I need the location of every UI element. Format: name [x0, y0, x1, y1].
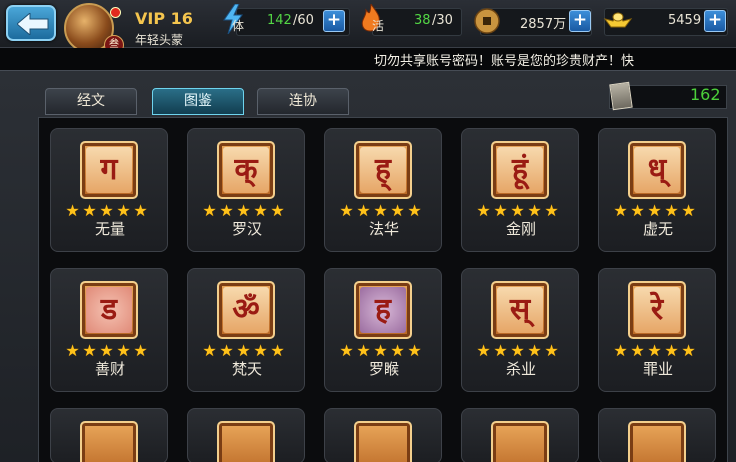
- codex-card-partial[interactable]: [187, 408, 305, 462]
- vip-level: VIP 16: [135, 9, 193, 28]
- seal-glyph: ह: [360, 287, 406, 333]
- codex-card[interactable]: ह् ★ ★ ★ ★ ★ 法华: [324, 128, 442, 252]
- energy-current: 38: [414, 13, 431, 28]
- tab-codex[interactable]: 图鉴: [152, 88, 244, 115]
- codex-card-partial[interactable]: [50, 408, 168, 462]
- star-rating: ★ ★ ★ ★ ★: [201, 201, 293, 220]
- gold-value: 5459: [668, 13, 702, 28]
- sanskrit-seal-icon: ध्: [628, 141, 686, 199]
- star-rating: ★ ★ ★ ★ ★: [64, 341, 156, 360]
- sanskrit-seal-icon: रे: [628, 281, 686, 339]
- card-name: 罪业: [642, 360, 673, 378]
- codex-card[interactable]: ह ★ ★ ★ ★ ★ 罗睺: [324, 268, 442, 392]
- sanskrit-seal-icon: [354, 421, 412, 462]
- seal-glyph: रे: [634, 287, 680, 333]
- collection-panel: 经文 图鉴 连协 162 ग ★ ★ ★ ★ ★ 无量 क् ★ ★ ★ ★ ★ 罗汉 ह् ★ ★ ★ ★ ★ 法华 ह…: [0, 70, 736, 462]
- codex-card[interactable]: क् ★ ★ ★ ★ ★ 罗汉: [187, 128, 305, 252]
- sanskrit-seal-icon: [628, 421, 686, 462]
- sanskrit-seal-icon: [80, 421, 138, 462]
- add-stamina-button[interactable]: +: [323, 10, 345, 32]
- collection-count: 162: [690, 85, 721, 104]
- sanskrit-seal-icon: स्: [491, 281, 549, 339]
- star-rating: ★ ★ ★ ★ ★: [475, 201, 567, 220]
- seal-glyph: ह्: [360, 147, 406, 193]
- sanskrit-seal-icon: ह: [354, 281, 412, 339]
- stamina-max: /60: [293, 13, 314, 28]
- back-button[interactable]: [6, 5, 56, 41]
- codex-card[interactable]: ग ★ ★ ★ ★ ★ 无量: [50, 128, 168, 252]
- codex-card[interactable]: रे ★ ★ ★ ★ ★ 罪业: [598, 268, 716, 392]
- sanskrit-seal-icon: ड: [80, 281, 138, 339]
- add-gold-button[interactable]: +: [704, 10, 726, 32]
- gold-ingot-icon: [603, 12, 633, 28]
- codex-card[interactable]: स् ★ ★ ★ ★ ★ 杀业: [461, 268, 579, 392]
- seal-glyph: ड: [86, 287, 132, 333]
- card-name: 杀业: [505, 360, 536, 378]
- seal-glyph: क्: [223, 147, 269, 193]
- codex-card[interactable]: ड ★ ★ ★ ★ ★ 善财: [50, 268, 168, 392]
- stamina-current: 142: [267, 13, 292, 28]
- codex-card[interactable]: हूं ★ ★ ★ ★ ★ 金刚: [461, 128, 579, 252]
- top-bar: 叁 VIP 16 年轻头蒙 体 142 /60 + 活 38 /30 2857万…: [0, 0, 736, 55]
- codex-card-partial[interactable]: [324, 408, 442, 462]
- tab-scripture[interactable]: 经文: [45, 88, 137, 115]
- sanskrit-seal-icon: ह्: [354, 141, 412, 199]
- card-name: 金刚: [505, 220, 536, 238]
- seal-glyph: ग: [86, 147, 132, 193]
- player-title: 年轻头蒙: [135, 33, 184, 47]
- stamina-label: 体: [232, 19, 245, 33]
- sanskrit-seal-icon: [217, 421, 275, 462]
- codex-grid: ग ★ ★ ★ ★ ★ 无量 क् ★ ★ ★ ★ ★ 罗汉 ह् ★ ★ ★ ★ ★ 法华 हूं ★ ★ ★ ★ ★ 金刚 ध् ★ ★…: [38, 117, 728, 462]
- card-name: 无量: [94, 220, 125, 238]
- notice-bar: 切勿共享账号密码！账号是您的珍贵财产！快: [0, 48, 736, 70]
- card-name: 罗睺: [368, 360, 399, 378]
- card-name: 善财: [94, 360, 125, 378]
- codex-card-partial[interactable]: [461, 408, 579, 462]
- seal-glyph: ध्: [634, 147, 680, 193]
- tab-combo[interactable]: 连协: [257, 88, 349, 115]
- star-rating: ★ ★ ★ ★ ★: [64, 201, 156, 220]
- sanskrit-seal-icon: [491, 421, 549, 462]
- card-name: 法华: [368, 220, 399, 238]
- codex-card-partial[interactable]: [598, 408, 716, 462]
- coins-value: 2857万: [520, 17, 567, 32]
- add-coins-button[interactable]: +: [569, 10, 591, 32]
- energy-label: 活: [372, 19, 385, 33]
- seal-glyph: हूं: [497, 147, 543, 193]
- notice-text: 切勿共享账号密码！账号是您的珍贵财产！快: [374, 54, 635, 69]
- scroll-icon: [609, 81, 633, 111]
- card-name: 梵天: [231, 360, 262, 378]
- energy-max: /30: [432, 13, 453, 28]
- copper-coin-icon: [474, 8, 500, 34]
- back-arrow-icon: [17, 13, 49, 35]
- star-rating: ★ ★ ★ ★ ★: [475, 341, 567, 360]
- star-rating: ★ ★ ★ ★ ★: [612, 341, 704, 360]
- seal-glyph: स्: [497, 287, 543, 333]
- codex-card[interactable]: ॐ ★ ★ ★ ★ ★ 梵天: [187, 268, 305, 392]
- sanskrit-seal-icon: क्: [217, 141, 275, 199]
- card-name: 罗汉: [231, 220, 262, 238]
- star-rating: ★ ★ ★ ★ ★: [612, 201, 704, 220]
- sanskrit-seal-icon: हूं: [491, 141, 549, 199]
- notification-dot: [110, 7, 121, 18]
- card-name: 虚无: [642, 220, 673, 238]
- star-rating: ★ ★ ★ ★ ★: [338, 201, 430, 220]
- star-rating: ★ ★ ★ ★ ★: [338, 341, 430, 360]
- seal-glyph: ॐ: [223, 287, 269, 333]
- star-rating: ★ ★ ★ ★ ★: [201, 341, 293, 360]
- sanskrit-seal-icon: ॐ: [217, 281, 275, 339]
- codex-card[interactable]: ध् ★ ★ ★ ★ ★ 虚无: [598, 128, 716, 252]
- sanskrit-seal-icon: ग: [80, 141, 138, 199]
